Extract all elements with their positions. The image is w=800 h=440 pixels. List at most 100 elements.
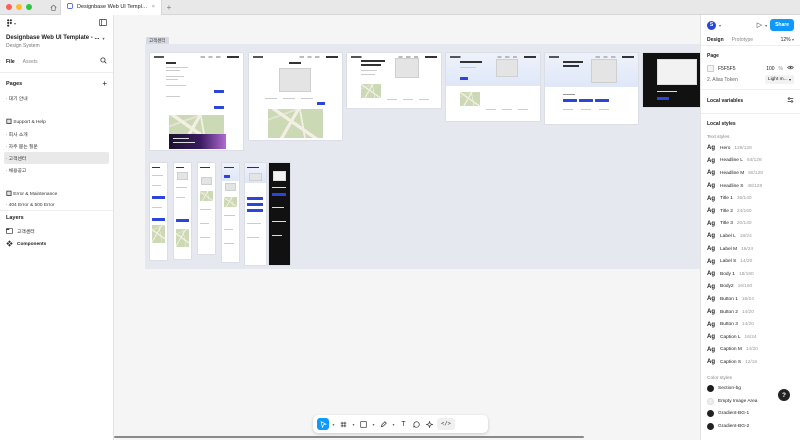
tab-design[interactable]: Design bbox=[707, 37, 724, 43]
page-item[interactable]: ∙ 자주 묻는 질문 bbox=[0, 140, 113, 152]
text-style-item[interactable]: Ag Label M 16/24 bbox=[701, 243, 800, 256]
add-page-button[interactable]: + bbox=[102, 79, 107, 88]
page-item[interactable]: ∙ 채용공고 bbox=[0, 164, 113, 176]
page-opacity-value[interactable]: 100 bbox=[766, 66, 774, 72]
mobile-frame-5[interactable] bbox=[245, 163, 266, 265]
frame-tool[interactable] bbox=[338, 418, 349, 430]
page-section-header: Page bbox=[701, 46, 800, 63]
share-button[interactable]: Share bbox=[770, 19, 794, 31]
page-item[interactable]: 🔲 Support & Help bbox=[0, 116, 113, 128]
variables-settings-icon[interactable] bbox=[787, 97, 794, 105]
text-style-name: Caption L bbox=[720, 334, 741, 340]
layer-row[interactable]: 고객센터 bbox=[0, 225, 113, 238]
text-style-item[interactable]: Ag Body 1 18/180 bbox=[701, 268, 800, 281]
text-style-item[interactable]: Ag Caption S 12/16 bbox=[701, 356, 800, 369]
actions-tool[interactable] bbox=[424, 418, 435, 430]
canvas-horizontal-scrollbar[interactable] bbox=[114, 436, 700, 438]
shape-tool[interactable] bbox=[358, 418, 369, 430]
pen-tool[interactable] bbox=[378, 418, 389, 430]
frame-text bbox=[152, 207, 162, 209]
main-menu-icon[interactable]: ▾ bbox=[6, 19, 16, 27]
desktop-frame-6-dark[interactable] bbox=[643, 53, 700, 107]
text-style-item[interactable]: Ag Title 2 24/160 bbox=[701, 205, 800, 218]
color-style-item[interactable]: Gradient-BG-2 bbox=[701, 420, 800, 432]
design-canvas[interactable]: 고객센터 bbox=[114, 15, 700, 440]
tab-file[interactable]: File bbox=[6, 59, 15, 65]
zoom-level[interactable]: 12% ▾ bbox=[781, 37, 794, 43]
frame-nav bbox=[548, 56, 635, 58]
layer-row[interactable]: Components bbox=[0, 238, 113, 251]
chevron-down-icon[interactable]: ▾ bbox=[331, 418, 336, 430]
text-style-item[interactable]: Ag Body2 16/160 bbox=[701, 281, 800, 294]
chevron-down-icon[interactable]: ▾ bbox=[765, 23, 767, 28]
page-item[interactable]: ∙ 대기 안내 bbox=[0, 92, 113, 104]
desktop-frame-3[interactable] bbox=[347, 53, 441, 108]
text-style-item[interactable]: Ag Caption M 14/20 bbox=[701, 344, 800, 357]
close-tab-icon[interactable]: × bbox=[152, 4, 155, 10]
text-style-item[interactable]: Ag Button 3 14/20 bbox=[701, 318, 800, 331]
close-window-button[interactable] bbox=[6, 4, 12, 10]
mobile-frame-1[interactable] bbox=[150, 163, 167, 260]
minimize-window-button[interactable] bbox=[16, 4, 22, 10]
text-style-item[interactable]: Ag Button 1 16/24 bbox=[701, 293, 800, 306]
banner-frame[interactable] bbox=[169, 134, 226, 149]
file-tab[interactable]: Designbase Web UI Template - ∙ × bbox=[60, 0, 162, 15]
zoom-window-button[interactable] bbox=[26, 4, 32, 10]
avatar[interactable]: S bbox=[707, 20, 716, 30]
chevron-down-icon[interactable]: ▾ bbox=[351, 418, 356, 430]
chevron-down-icon[interactable]: ▾ bbox=[719, 23, 721, 28]
page-divider[interactable] bbox=[0, 104, 113, 116]
text-style-item[interactable]: Ag Headline L 64/128 bbox=[701, 155, 800, 168]
page-item[interactable]: ∙ 404 Error & 500 Error bbox=[0, 200, 113, 208]
home-icon[interactable] bbox=[46, 0, 60, 14]
move-tool[interactable] bbox=[317, 418, 329, 430]
help-button[interactable]: ? bbox=[778, 389, 790, 401]
frame-image-placeholder bbox=[591, 59, 617, 83]
text-style-item[interactable]: Ag Headline S 48/128 bbox=[701, 180, 800, 193]
comment-tool[interactable] bbox=[411, 418, 422, 430]
text-style-item[interactable]: Ag Title 3 20/140 bbox=[701, 218, 800, 231]
mobile-frame-3[interactable] bbox=[198, 163, 215, 254]
mobile-frame-2[interactable] bbox=[174, 163, 191, 259]
text-style-item[interactable]: Ag Button 2 14/20 bbox=[701, 306, 800, 319]
text-style-icon: Ag bbox=[707, 334, 715, 341]
page-item-selected[interactable]: ∙ 고객센터 bbox=[4, 152, 109, 164]
toggle-sidebar-icon[interactable] bbox=[99, 18, 107, 28]
figma-file-icon bbox=[67, 3, 73, 11]
frame-text bbox=[200, 223, 209, 225]
dev-mode-toggle[interactable]: </> bbox=[437, 418, 455, 430]
desktop-frame-4[interactable] bbox=[446, 53, 540, 121]
page-divider[interactable] bbox=[0, 176, 113, 188]
file-name[interactable]: Designbase Web UI Template - ... ▾ bbox=[0, 31, 113, 41]
bottom-toolbar: ▾ ▾ ▾ ▾ T </> bbox=[313, 415, 488, 433]
mode-select[interactable]: Light m... ▾ bbox=[764, 75, 794, 84]
eye-icon[interactable] bbox=[787, 65, 794, 72]
text-style-item[interactable]: Ag Caption L 16/24 bbox=[701, 331, 800, 344]
text-style-spec: 14/20 bbox=[741, 309, 754, 315]
color-style-item[interactable]: Gradient-BG-1 bbox=[701, 407, 800, 419]
page-color-swatch[interactable] bbox=[707, 65, 714, 72]
scrollbar-thumb[interactable] bbox=[114, 436, 584, 438]
page-color-value[interactable]: F5F5F5 bbox=[718, 66, 762, 72]
new-tab-button[interactable]: + bbox=[162, 3, 176, 12]
page-item[interactable]: 🔲 Error & Maintenance bbox=[0, 188, 113, 200]
pages-list: ∙ 대기 안내 🔲 Support & Help ∙ 회사 소개 ∙ 자주 묻는… bbox=[0, 92, 113, 208]
page-item[interactable]: ∙ 회사 소개 bbox=[0, 128, 113, 140]
text-tool[interactable]: T bbox=[398, 418, 409, 430]
search-icon[interactable] bbox=[100, 57, 107, 66]
mobile-frame-6-dark[interactable] bbox=[269, 163, 290, 265]
text-style-item[interactable]: Ag Hero 128/128 bbox=[701, 142, 800, 155]
text-style-item[interactable]: Ag Headline M 56/128 bbox=[701, 167, 800, 180]
tab-prototype[interactable]: Prototype bbox=[732, 37, 753, 43]
text-style-item[interactable]: Ag Label L 18/24 bbox=[701, 230, 800, 243]
text-style-item[interactable]: Ag Title 1 36/140 bbox=[701, 192, 800, 205]
desktop-frame-5[interactable] bbox=[545, 53, 638, 124]
text-style-item[interactable]: Ag Label S 14/20 bbox=[701, 255, 800, 268]
desktop-frame-2[interactable] bbox=[249, 53, 342, 140]
frame-text bbox=[581, 109, 591, 111]
chevron-down-icon[interactable]: ▾ bbox=[391, 418, 396, 430]
mobile-frame-4[interactable] bbox=[222, 163, 239, 262]
tab-assets[interactable]: Assets bbox=[23, 59, 38, 65]
present-play-icon[interactable]: ▷ bbox=[757, 21, 762, 29]
chevron-down-icon[interactable]: ▾ bbox=[371, 418, 376, 430]
